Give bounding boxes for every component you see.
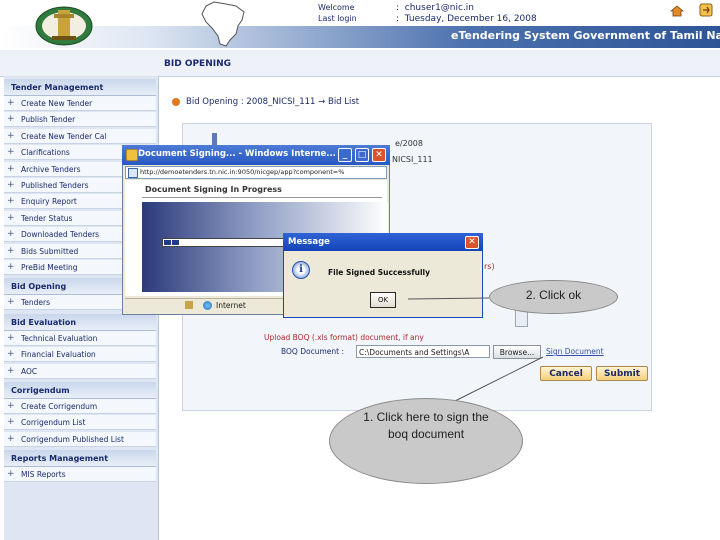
- sign-callout-text: 1. Click here to sign the boq document: [363, 410, 489, 441]
- ok-connector-line: [407, 297, 490, 300]
- sign-connector-line: [454, 356, 544, 402]
- ok-callout-text: 2. Click ok: [525, 288, 582, 302]
